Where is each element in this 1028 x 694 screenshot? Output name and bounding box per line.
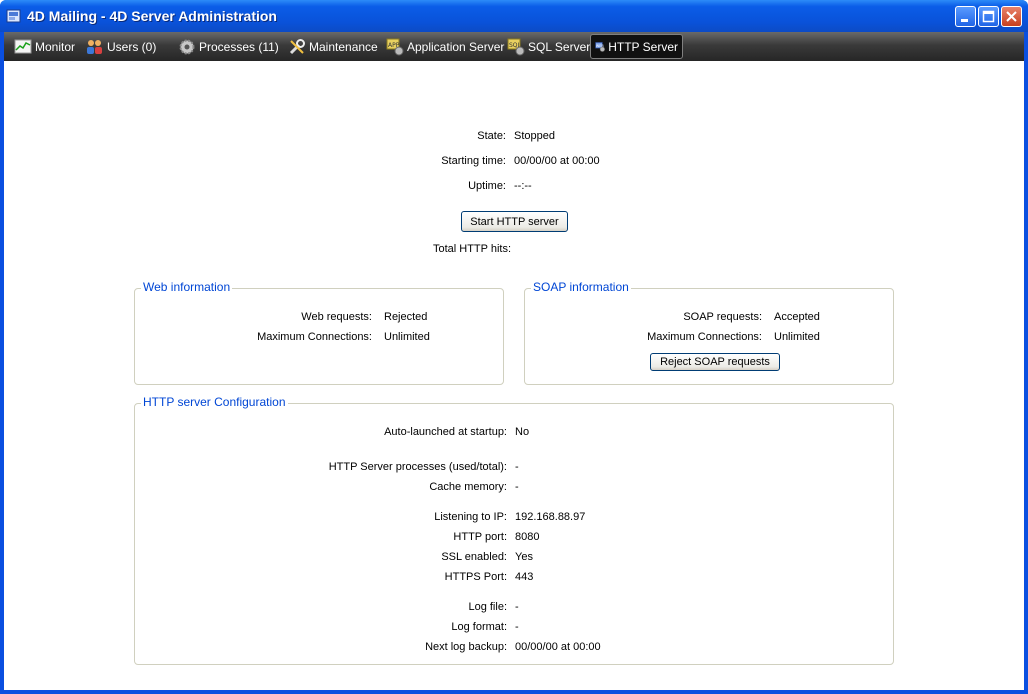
app-icon bbox=[6, 9, 21, 23]
starting-time-label: Starting time: bbox=[441, 155, 506, 167]
log-format-value: - bbox=[515, 621, 519, 633]
http-config-title: HTTP server Configuration bbox=[141, 395, 288, 409]
web-server-icon: WEB bbox=[595, 41, 605, 52]
client-area: Monitor Users (0) Processes (11) Mainten… bbox=[4, 32, 1024, 690]
uptime-value: --:-- bbox=[514, 180, 532, 192]
reject-soap-requests-button[interactable]: Reject SOAP requests bbox=[650, 353, 780, 371]
tab-sql-server[interactable]: SQL SQL Server bbox=[503, 34, 594, 59]
tab-application-server[interactable]: APP Application Server bbox=[382, 34, 508, 59]
soap-requests-value: Accepted bbox=[774, 311, 820, 323]
soap-max-connections-label: Maximum Connections: bbox=[647, 331, 762, 343]
http-config-group: HTTP server Configuration Auto-launched … bbox=[134, 395, 894, 665]
ssl-enabled-label: SSL enabled: bbox=[441, 551, 507, 563]
log-file-value: - bbox=[515, 601, 519, 613]
state-value: Stopped bbox=[514, 130, 555, 142]
auto-launched-value: No bbox=[515, 426, 530, 438]
cache-memory-value: - bbox=[515, 481, 519, 493]
window-title: 4D Mailing - 4D Server Administration bbox=[27, 8, 277, 24]
listening-ip-value: 192.168.88.97 bbox=[515, 511, 586, 523]
maximize-button[interactable] bbox=[978, 6, 999, 27]
sql-server-icon: SQL bbox=[507, 38, 525, 55]
uptime-label: Uptime: bbox=[468, 180, 506, 192]
web-max-connections-value: Unlimited bbox=[384, 331, 430, 343]
https-port-value: 443 bbox=[515, 571, 534, 583]
tab-label: Monitor bbox=[35, 39, 76, 54]
tab-monitor[interactable]: Monitor bbox=[10, 34, 79, 59]
tab-label: Maintenance bbox=[309, 39, 378, 54]
tab-processes[interactable]: Processes (11) bbox=[174, 34, 283, 59]
soap-max-connections-value: Unlimited bbox=[774, 331, 820, 343]
tab-label: Application Server bbox=[407, 39, 505, 54]
app-window: 4D Mailing - 4D Server Administration Mo… bbox=[0, 0, 1028, 694]
close-button[interactable] bbox=[1001, 6, 1022, 27]
http-port-label: HTTP port: bbox=[453, 531, 507, 543]
log-file-label: Log file: bbox=[468, 601, 507, 613]
gear-icon bbox=[179, 39, 195, 54]
monitor-icon bbox=[14, 39, 32, 53]
tab-label: HTTP Server bbox=[608, 39, 678, 54]
tab-label: SQL Server bbox=[528, 39, 591, 54]
soap-requests-label: SOAP requests: bbox=[683, 311, 762, 323]
web-max-connections-label: Maximum Connections: bbox=[257, 331, 372, 343]
tab-label: Users (0) bbox=[107, 39, 157, 54]
tab-bar: Monitor Users (0) Processes (11) Mainten… bbox=[4, 32, 1024, 61]
minimize-button[interactable] bbox=[955, 6, 976, 27]
web-requests-label: Web requests: bbox=[301, 311, 372, 323]
cache-memory-label: Cache memory: bbox=[429, 481, 507, 493]
wrench-icon bbox=[289, 38, 305, 54]
total-http-hits-label: Total HTTP hits: bbox=[432, 243, 511, 255]
tab-users[interactable]: Users (0) bbox=[82, 34, 160, 59]
ssl-enabled-value: Yes bbox=[515, 551, 533, 563]
starting-time-value: 00/00/00 at 00:00 bbox=[514, 155, 600, 167]
web-information-group: Web information Web requests: Rejected M… bbox=[134, 280, 504, 385]
users-icon bbox=[87, 39, 102, 54]
tab-http-server[interactable]: WEB HTTP Server bbox=[590, 34, 683, 59]
start-http-server-button[interactable]: Start HTTP server bbox=[461, 211, 568, 232]
soap-information-title: SOAP information bbox=[531, 280, 631, 294]
app-server-icon: APP bbox=[386, 38, 404, 55]
state-label: State: bbox=[477, 130, 506, 142]
title-bar[interactable]: 4D Mailing - 4D Server Administration bbox=[0, 0, 1028, 32]
tab-label: Processes (11) bbox=[199, 39, 279, 54]
https-port-label: HTTPS Port: bbox=[444, 571, 507, 583]
auto-launched-label: Auto-launched at startup: bbox=[384, 426, 507, 438]
http-processes-label: HTTP Server processes (used/total): bbox=[328, 461, 507, 473]
log-format-label: Log format: bbox=[451, 621, 507, 633]
listening-ip-label: Listening to IP: bbox=[434, 511, 507, 523]
soap-information-group: SOAP information SOAP requests: Accepted… bbox=[524, 280, 894, 385]
maximize-icon bbox=[982, 10, 995, 23]
minimize-icon bbox=[961, 19, 968, 22]
web-information-title: Web information bbox=[141, 280, 233, 294]
close-icon bbox=[1006, 11, 1017, 22]
tab-maintenance[interactable]: Maintenance bbox=[284, 34, 382, 59]
next-log-backup-label: Next log backup: bbox=[425, 641, 507, 653]
http-processes-value: - bbox=[515, 461, 519, 473]
web-requests-value: Rejected bbox=[384, 311, 428, 323]
http-port-value: 8080 bbox=[515, 531, 540, 543]
next-log-backup-value: 00/00/00 at 00:00 bbox=[515, 641, 601, 653]
